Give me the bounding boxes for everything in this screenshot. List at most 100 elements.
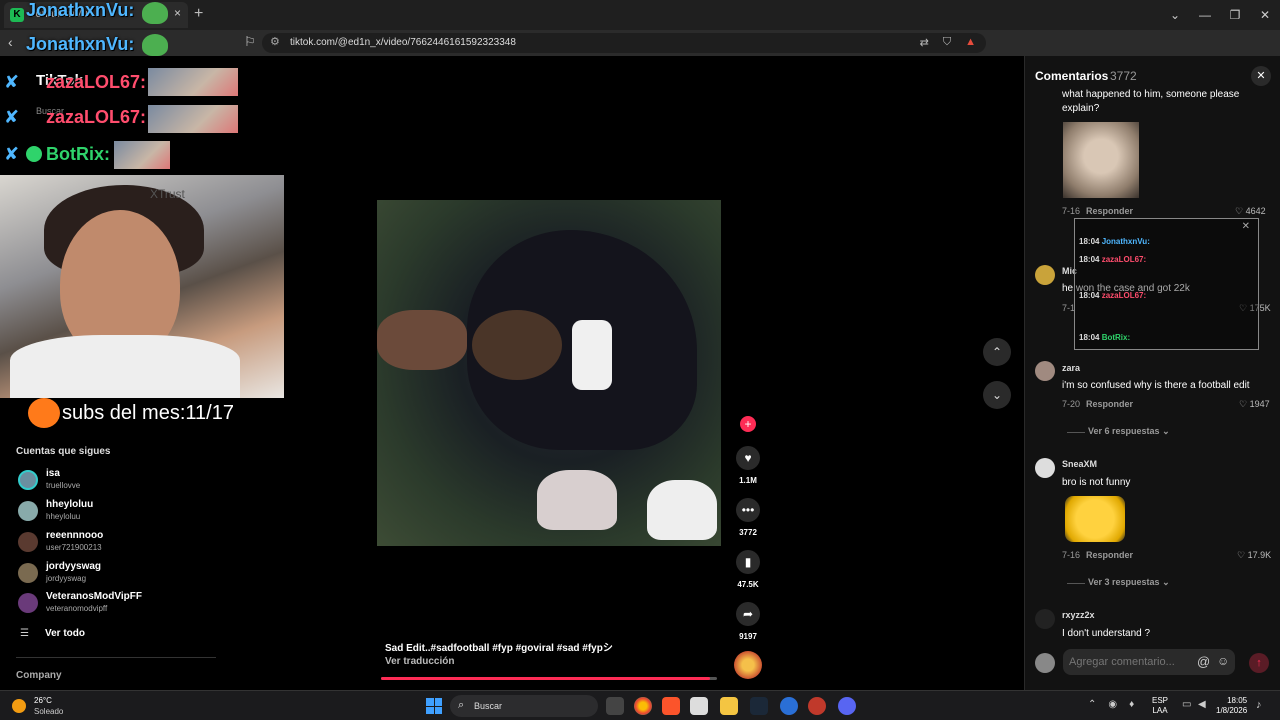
comment-user[interactable]: zara	[1062, 363, 1080, 373]
comment-date: 7-20	[1062, 399, 1081, 409]
url-field[interactable]: ⚙ tiktok.com/@ed1n_x/video/7662446161592…	[262, 33, 986, 53]
url-text[interactable]: tiktok.com/@ed1n_x/video/766244616159232…	[290, 37, 516, 48]
weather-desc[interactable]: Soleado	[34, 707, 63, 716]
mention-icon[interactable]: @	[1197, 654, 1210, 669]
steam-icon[interactable]	[750, 697, 768, 715]
account-name: hheyloluu	[46, 499, 94, 510]
account-item[interactable]: reeennnooo user721900213	[16, 529, 216, 557]
bookmark-icon[interactable]: ▮	[736, 550, 760, 574]
company-link[interactable]: Company	[16, 670, 62, 681]
network-icon[interactable]: ▭	[1182, 699, 1191, 710]
reply-button[interactable]: Responder	[1086, 206, 1133, 216]
account-item[interactable]: isa truellovve	[16, 467, 216, 495]
avatar[interactable]	[1035, 361, 1055, 381]
follow-plus-button[interactable]: +	[740, 416, 756, 432]
volume-icon[interactable]: ◀	[1198, 699, 1206, 710]
account-item[interactable]: VeteranosModVipFF veteranomodvipff	[16, 590, 216, 618]
clock[interactable]: 18:05 1/8/2026	[1216, 696, 1247, 716]
close-comments-button[interactable]: ✕	[1251, 66, 1271, 86]
comment-text: bro is not funny	[1062, 477, 1131, 488]
sun-icon[interactable]	[12, 699, 26, 713]
store-icon[interactable]	[690, 697, 708, 715]
task-view-icon[interactable]	[606, 697, 624, 715]
account-item[interactable]: hheyloluu hheyloluu	[16, 498, 216, 526]
comment-input[interactable]	[1069, 653, 1193, 671]
avatar[interactable]	[1035, 265, 1055, 285]
tiktok-favicon-icon: K	[10, 8, 24, 22]
comment-action[interactable]: ••• 3772	[736, 498, 760, 537]
chat-thumbnail	[114, 141, 170, 169]
see-all-link[interactable]: Ver todo	[45, 628, 85, 639]
chat-time: 18:04	[1079, 333, 1100, 342]
weather-temp[interactable]: 26°C	[34, 696, 52, 705]
windows-start-icon[interactable]	[426, 698, 442, 714]
lang-top: ESP	[1152, 696, 1169, 705]
maximize-button[interactable]: ❐	[1220, 0, 1250, 30]
mic-icon[interactable]: ♦	[1129, 699, 1134, 710]
tab-search-button[interactable]: ⌄	[1160, 0, 1190, 30]
music-disc-icon[interactable]	[734, 651, 762, 679]
tray-arrow-icon[interactable]: ⌃	[1088, 699, 1096, 710]
input-language[interactable]: ESP LAA	[1152, 696, 1168, 716]
close-window-button[interactable]: ✕	[1250, 0, 1280, 30]
back-arrow-icon[interactable]: ‹	[8, 34, 13, 50]
comment-input-box[interactable]: @ ☺	[1063, 649, 1235, 675]
comment-likes[interactable]: ♡ 4642	[1235, 206, 1266, 217]
tray-app-icon[interactable]: ◉	[1108, 699, 1117, 710]
comment-likes[interactable]: ♡ 1947	[1239, 399, 1270, 410]
taskbar-search-label: Buscar	[474, 701, 503, 711]
video-figure	[537, 470, 617, 530]
chat-close-icon[interactable]: ✕	[1242, 221, 1250, 232]
reply-button[interactable]: Responder	[1086, 399, 1133, 409]
comment-user[interactable]: rxyzz2x	[1062, 610, 1095, 620]
share-icon[interactable]: ➦	[736, 602, 760, 626]
share-action[interactable]: ➦ 9197	[736, 602, 760, 641]
tab-close-icon[interactable]: ×	[174, 6, 181, 20]
divider	[1067, 583, 1085, 584]
reply-button[interactable]: Responder	[1086, 550, 1133, 560]
account-item[interactable]: jordyyswag jordyyswag	[16, 560, 216, 588]
bookmark-icon[interactable]: ⚐	[244, 34, 256, 50]
comment-icon[interactable]: •••	[736, 498, 760, 522]
like-action[interactable]: ♥ 1.1M	[736, 446, 760, 485]
chat-user: zazaLOL67:	[1101, 255, 1147, 264]
site-info-icon[interactable]: ⚙	[270, 35, 280, 48]
comment-likes[interactable]: ♡ 17.9K	[1237, 550, 1271, 561]
chrome-icon[interactable]	[634, 697, 652, 715]
subs-counter: subs del mes:11/17	[62, 402, 234, 424]
minimize-button[interactable]: —	[1190, 0, 1220, 30]
view-replies-button[interactable]: Ver 3 respuestas ⌄	[1088, 577, 1170, 588]
emoji-icon[interactable]: ☺	[1217, 654, 1229, 668]
taskbar-search[interactable]: ⌕ Buscar	[450, 695, 598, 717]
new-tab-button[interactable]: +	[194, 5, 203, 23]
previous-video-button[interactable]: ⌃	[983, 338, 1011, 366]
send-comment-button[interactable]: ↑	[1249, 653, 1269, 673]
notification-icon[interactable]: ♪	[1256, 699, 1262, 711]
translate-link[interactable]: Ver traducción	[385, 656, 454, 667]
video-player[interactable]	[377, 200, 721, 546]
brave-shield-icon[interactable]: ⛉	[943, 36, 951, 49]
brave-rewards-icon[interactable]: ▲	[965, 36, 976, 49]
overlay-streamer-tab: JonathxnVu:	[26, 0, 135, 20]
avatar[interactable]	[1035, 458, 1055, 478]
app-red-icon[interactable]	[808, 697, 826, 715]
heart-icon[interactable]: ♥	[736, 446, 760, 470]
chat-time: 18:04	[1079, 255, 1100, 264]
brave-icon[interactable]	[662, 697, 680, 715]
chat-name-1: zazaLOL67:	[46, 72, 147, 92]
window-controls: ⌄ — ❐ ✕	[1160, 0, 1280, 30]
next-video-button[interactable]: ⌄	[983, 381, 1011, 409]
translate-icon[interactable]: ⇄	[920, 36, 929, 49]
avatar[interactable]	[1035, 609, 1055, 629]
webcam-overlay: XTrust	[0, 175, 284, 398]
comment-user[interactable]: SneaXM	[1062, 459, 1097, 469]
app-c-icon[interactable]	[780, 697, 798, 715]
explorer-icon[interactable]	[720, 697, 738, 715]
avatar	[18, 563, 38, 583]
comment-date: 7-16	[1062, 206, 1081, 216]
crying-cat-sticker	[1063, 122, 1139, 198]
discord-icon[interactable]	[838, 697, 856, 715]
comments-count: 3772	[1110, 69, 1137, 83]
view-replies-button[interactable]: Ver 6 respuestas ⌄	[1088, 426, 1170, 437]
save-action[interactable]: ▮ 47.5K	[736, 550, 760, 589]
